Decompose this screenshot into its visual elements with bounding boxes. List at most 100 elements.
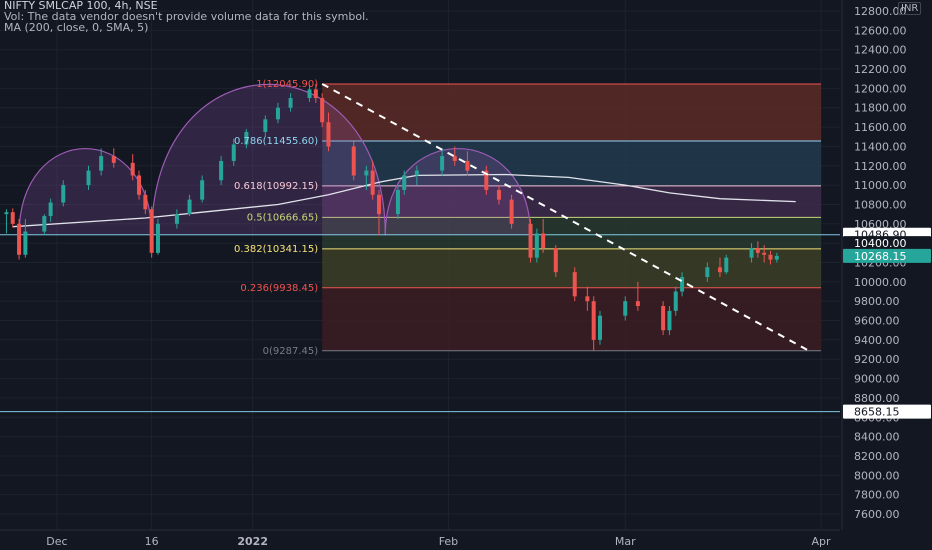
time-tick-label: Mar [615,535,636,548]
marker-price-badge: 10400.00 [854,237,907,250]
time-axis: Dec 16 2022 Feb Mar Apr [0,529,840,548]
candle-body [313,89,318,99]
candle-body [541,233,546,248]
candle-body [395,189,400,215]
candle-body [496,189,501,200]
candle-body [585,296,590,302]
price-tick-label: 12000.00 [854,82,907,95]
candle-body [219,160,224,181]
price-tick-label: 9600.00 [854,315,900,328]
candle-body [597,315,602,340]
price-tick-label: 9000.00 [854,373,900,386]
candle-body [749,247,754,258]
price-tick-label: 7600.00 [854,508,900,521]
candle-body [143,194,148,210]
candle-body [155,223,160,253]
candle-body [724,257,729,273]
price-tick-label: 8800.00 [854,392,900,405]
currency-label[interactable]: INR [898,2,922,15]
candle-body [326,122,331,147]
fib-level-label: 0.236(9938.45) [240,283,318,294]
candle-body [452,156,457,161]
candle-body [130,162,135,176]
candle-body [86,170,91,186]
price-tick-label: 9200.00 [854,353,900,366]
price-tick-label: 10800.00 [854,198,907,211]
candle-body [717,267,722,273]
candle-body [370,170,375,195]
price-tick-label: 11000.00 [854,179,907,192]
candle-body [635,301,640,307]
candle-body [755,247,760,253]
candle-body [263,119,268,132]
fib-zone [322,83,821,142]
candle-body [534,233,539,258]
price-tick-label: 9400.00 [854,334,900,347]
candle-body [465,160,470,171]
candle-body [137,175,142,195]
candle-body [414,170,419,176]
candle-body [99,156,104,171]
candle-body [509,199,514,224]
candle-body [320,98,325,123]
candle-body [440,156,445,171]
price-tick-label: 9800.00 [854,295,900,308]
price-tick-label: 8200.00 [854,450,900,463]
candle-body [376,194,381,215]
candle-body [149,209,154,253]
price-tick-label: 12200.00 [854,63,907,76]
candle-body [673,291,678,311]
candle-body [4,212,9,215]
candle-body [364,170,369,176]
candle-body [23,231,28,255]
price-tick-label: 8000.00 [854,469,900,482]
candle-body [10,212,15,224]
candle-body [591,301,596,340]
fib-level-label: 0(9287.45) [263,346,319,357]
candle-body [48,202,53,217]
price-tick-label: 12600.00 [854,24,907,37]
price-tick-label: 7800.00 [854,489,900,502]
fib-zone [322,248,821,288]
candle-body [623,301,628,316]
candle-body [111,156,116,163]
candle-body [200,180,205,200]
last-price-badge: 10268.15 [854,250,907,263]
candle-body [17,223,22,255]
level-price-badge: 8658.15 [854,406,900,419]
candle-body [553,247,558,273]
fib-level-label: 0.786(11455.60) [234,136,318,147]
price-tick-label: 8400.00 [854,431,900,444]
fib-level-label: 1(12045.90) [256,79,318,90]
candle-body [187,199,192,215]
candle-body [61,185,66,203]
ma-indicator-label[interactable]: MA (200, close, 0, SMA, 5) [4,22,369,33]
fib-zone [322,287,821,351]
candle-body [762,252,767,255]
candle-body [667,310,672,331]
candle-body [351,146,356,176]
price-tick-label: 12400.00 [854,44,907,57]
price-tick-label: 11400.00 [854,140,907,153]
fib-level-label: 0.5(10666.65) [247,212,319,223]
candle-body [774,255,779,260]
fib-level-label: 0.382(10341.15) [234,244,318,255]
candle-body [288,98,293,108]
time-tick-label: Apr [811,535,831,548]
candle-body [42,216,47,232]
candle-body [768,254,773,260]
candle-body [705,267,710,278]
chart-legend: NIFTY SMLCAP 100, 4h, NSE Vol: The data … [4,0,369,33]
candle-body [402,175,407,190]
candle-body [680,277,685,292]
price-chart[interactable]: 1(12045.90) 0.786(11455.60) 0.618(10992.15… [0,0,932,550]
price-axis: 12800.0012600.0012400.0012200.0012000.00… [841,0,932,530]
price-tick-label: 11600.00 [854,121,907,134]
candle-body [572,272,577,297]
price-tick-label: 11200.00 [854,160,907,173]
candle-body [661,306,666,331]
price-tick-label: 10000.00 [854,276,907,289]
time-tick-label: 16 [145,535,159,548]
candle-body [307,89,312,99]
candle-body [174,214,179,224]
